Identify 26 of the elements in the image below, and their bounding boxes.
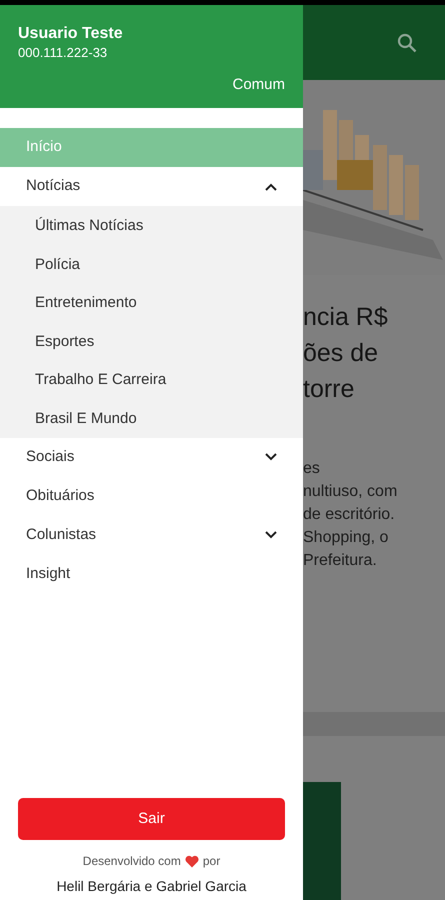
submenu-item[interactable]: Brasil E Mundo — [0, 398, 303, 438]
credit-text: por — [202, 853, 220, 870]
headline-text: ões de — [303, 338, 380, 369]
authors-text: Helil Bergária e Gabriel Garcia — [56, 877, 248, 896]
article-text: Shopping, o — [303, 528, 390, 548]
article-text: es — [303, 459, 321, 479]
submenu-item[interactable]: Últimas Notícias — [0, 206, 303, 245]
logout-button[interactable]: Sair — [18, 798, 285, 840]
submenu-item[interactable]: Trabalho E Carreira — [0, 360, 303, 399]
submenu-item[interactable]: Esportes — [0, 322, 303, 360]
submenu-item[interactable]: Entretenimento — [0, 283, 303, 322]
article-text: nultiuso, com — [303, 482, 398, 502]
chevron-down-icon — [265, 453, 277, 462]
headline-text: ncia R$ — [303, 302, 389, 333]
article-text: de escritório. — [303, 505, 396, 525]
chevron-up-icon — [265, 182, 277, 190]
heart-icon — [184, 854, 199, 868]
user-document: 000.111.222-33 — [18, 44, 108, 62]
user-name: Usuario Teste — [18, 24, 124, 44]
user-profile: Comum — [231, 75, 285, 95]
article-text: Prefeitura. — [303, 551, 378, 571]
submenu-item[interactable]: Polícia — [0, 244, 303, 284]
search-icon[interactable] — [397, 32, 417, 52]
headline-text: torre — [303, 374, 356, 405]
credit-text: Desenvolvido com — [82, 853, 181, 870]
chevron-down-icon — [265, 531, 277, 540]
